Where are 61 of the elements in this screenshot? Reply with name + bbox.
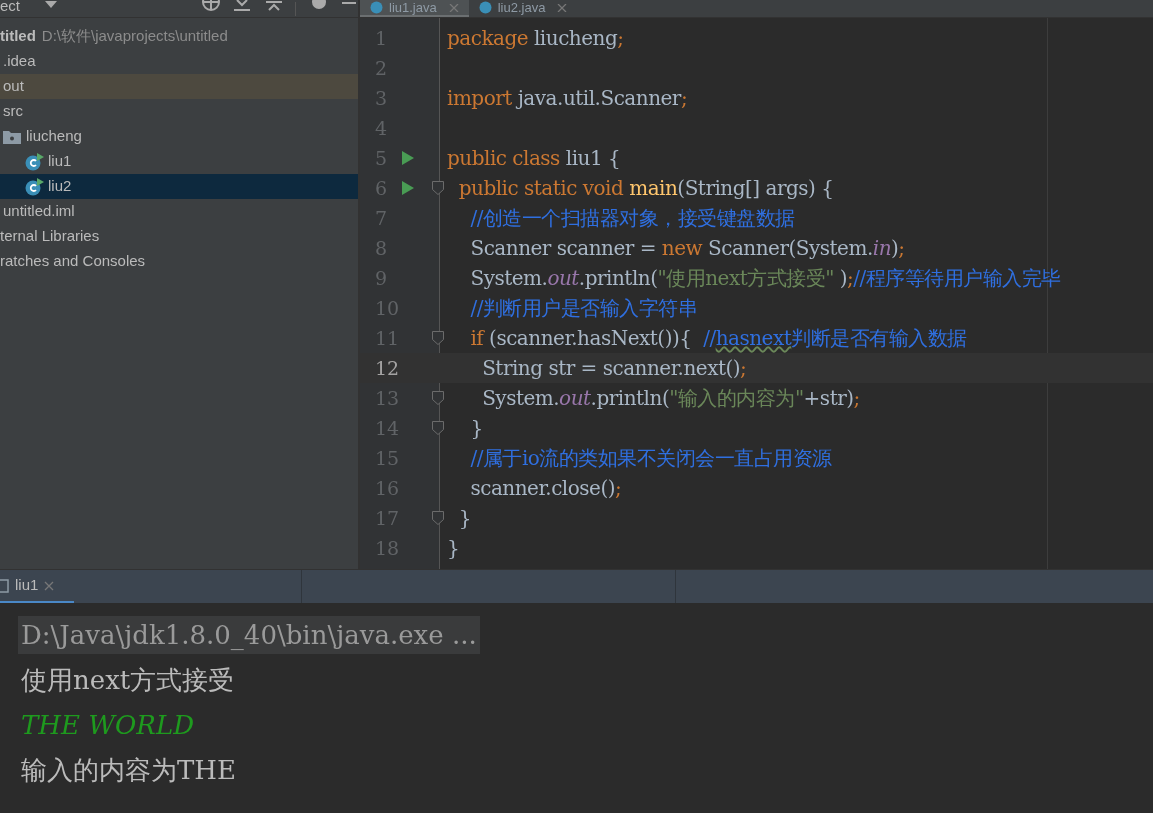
- fold-marker-icon[interactable]: [432, 511, 444, 525]
- code-text: }: [469, 415, 483, 442]
- dropdown-caret-icon[interactable]: [45, 0, 57, 9]
- panel-title: ect: [0, 0, 20, 13]
- fold-marker-icon[interactable]: [432, 331, 444, 345]
- tree-item-label: untitled.iml: [3, 201, 75, 222]
- code-text: if (scanner.hasNext()){ //hasnext判断是否有输入数据: [469, 325, 967, 352]
- tree-item[interactable]: untitled.iml: [0, 199, 358, 224]
- editor-tab[interactable]: liu2.java: [468, 0, 578, 17]
- code-text: scanner.close();: [469, 475, 622, 502]
- code-text: }: [457, 505, 471, 532]
- tree-item-label: .idea: [3, 51, 36, 72]
- code-text: import java.util.Scanner;: [446, 85, 688, 112]
- tree-item-label: ternal Libraries: [0, 226, 100, 247]
- minimize-icon[interactable]: [342, 1, 356, 6]
- tree-item-label: liu1: [48, 151, 72, 172]
- tree-item[interactable]: ternal Libraries: [0, 224, 358, 249]
- crosshair-icon[interactable]: [201, 0, 221, 12]
- editor-tab-label: liu1.java: [389, 1, 437, 14]
- tree-item-label: liucheng: [26, 126, 82, 147]
- fold-marker-icon[interactable]: [432, 421, 444, 435]
- console-line: THE WORLD: [20, 708, 195, 742]
- tree-item[interactable]: liu1: [0, 149, 358, 174]
- run-icon[interactable]: [402, 181, 414, 195]
- tree-item-label: titled: [0, 26, 36, 47]
- code-text: System.out.println("使用next方式接受" );//程序等待用户输入完毕: [469, 265, 1061, 292]
- code-text: String str = scanner.next();: [481, 355, 747, 382]
- tree-item-label: liu2: [48, 176, 72, 197]
- expand-all-icon[interactable]: [233, 0, 251, 12]
- console-line: 输入的内容为THE: [20, 753, 237, 787]
- tree-item[interactable]: .idea: [0, 49, 358, 74]
- tree-item-label: out: [3, 76, 24, 97]
- code-text: package liucheng;: [446, 25, 624, 52]
- run-tab-label: liu1: [15, 575, 39, 596]
- fold-marker-icon[interactable]: [432, 391, 444, 405]
- code-text: Scanner scanner = new Scanner(System.in);: [469, 235, 905, 262]
- tree-item[interactable]: out: [0, 74, 358, 99]
- collapse-all-icon[interactable]: [265, 0, 283, 12]
- code-text: public class liu1 {: [446, 145, 621, 172]
- tree-item[interactable]: src: [0, 99, 358, 124]
- tree-item-label: src: [3, 101, 23, 122]
- code-text: //创造一个扫描器对象，接受键盘数据: [469, 205, 795, 232]
- tree-item[interactable]: titled D:\软件\javaprojects\untitled: [0, 24, 358, 49]
- tree-item[interactable]: liucheng: [0, 124, 358, 149]
- code-text: System.out.println("输入的内容为"+str);: [481, 385, 860, 412]
- folder-icon: [3, 129, 21, 144]
- tree-item-label: ratches and Consoles: [0, 251, 146, 272]
- tree-item[interactable]: ratches and Consoles: [0, 249, 358, 274]
- code-text: //属于io流的类如果不关闭会一直占用资源: [469, 445, 832, 472]
- close-icon[interactable]: [557, 3, 568, 12]
- tree-item[interactable]: liu2: [0, 174, 358, 199]
- fold-marker-icon[interactable]: [432, 181, 444, 195]
- console-icon: [0, 578, 9, 593]
- code-text: //判断用户是否输入字符串: [469, 295, 698, 322]
- code-text: public static void main(String[] args) {: [457, 175, 834, 202]
- run-icon[interactable]: [402, 151, 414, 165]
- editor-tab-label: liu2.java: [497, 1, 546, 14]
- close-icon[interactable]: [44, 580, 55, 591]
- code-text: }: [446, 535, 460, 562]
- project-path: D:\软件\javaprojects\untitled: [41, 26, 228, 47]
- console-line: 使用next方式接受: [20, 663, 236, 697]
